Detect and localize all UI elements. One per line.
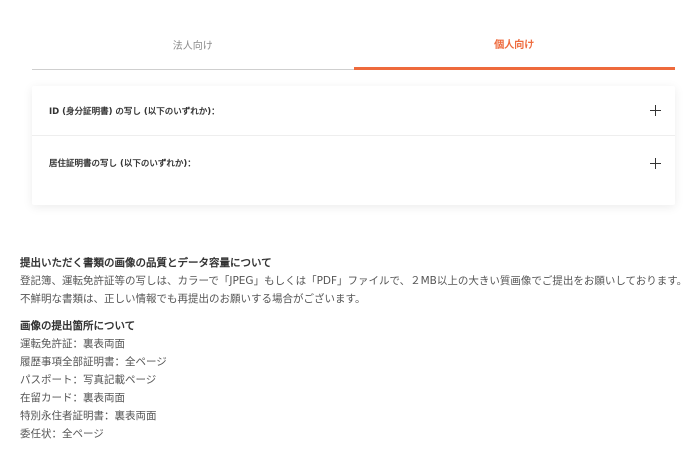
plus-icon[interactable] <box>650 105 661 116</box>
area-item: 委任状：全ページ <box>20 428 104 440</box>
quality-line: 登記簿、運転免許証等の写しは、カラーで「JPEG」もしくは「PDF」ファイルで、… <box>20 275 688 287</box>
area-item: パスポート：写真記載ページ <box>20 374 157 386</box>
accordion-id-copy-label: ID (身分証明書) の写し (以下のいずれか)： <box>49 106 220 117</box>
area-item: 在留カード：裏表両面 <box>20 392 125 404</box>
area-item: 運転免許証：裏表両面 <box>20 338 125 350</box>
quality-line: 不鮮明な書類は、正しい情報でも再提出のお願いする場合がございます。 <box>20 293 366 305</box>
submission-info: 提出いただく書類の画像の品質とデータ容量について 登記簿、運転免許証等の写しは、… <box>20 254 688 443</box>
document-accordion: ID (身分証明書) の写し (以下のいずれか)： 居住証明書の写し (以下のい… <box>32 86 675 205</box>
accordion-id-copy[interactable]: ID (身分証明書) の写し (以下のいずれか)： <box>32 86 675 136</box>
tab-corporate-label: 法人向け <box>172 41 213 52</box>
accordion-residence-proof[interactable]: 居住証明書の写し (以下のいずれか)： <box>32 138 675 188</box>
tab-individual[interactable]: 個人向け <box>353 24 675 70</box>
tab-individual-label: 個人向け <box>494 40 535 51</box>
plus-icon[interactable] <box>650 157 661 169</box>
audience-tabs: 法人向け 個人向け <box>32 24 675 70</box>
accordion-residence-proof-label: 居住証明書の写し (以下のいずれか)： <box>49 159 196 169</box>
tab-corporate[interactable]: 法人向け <box>32 24 354 70</box>
area-item: 履歴事項全部証明書：全ページ <box>20 356 167 368</box>
quality-heading: 提出いただく書類の画像の品質とデータ容量について <box>20 257 272 269</box>
areas-heading: 画像の提出箇所について <box>20 320 136 332</box>
area-item: 特別永住者証明書：裏表両面 <box>20 410 157 422</box>
